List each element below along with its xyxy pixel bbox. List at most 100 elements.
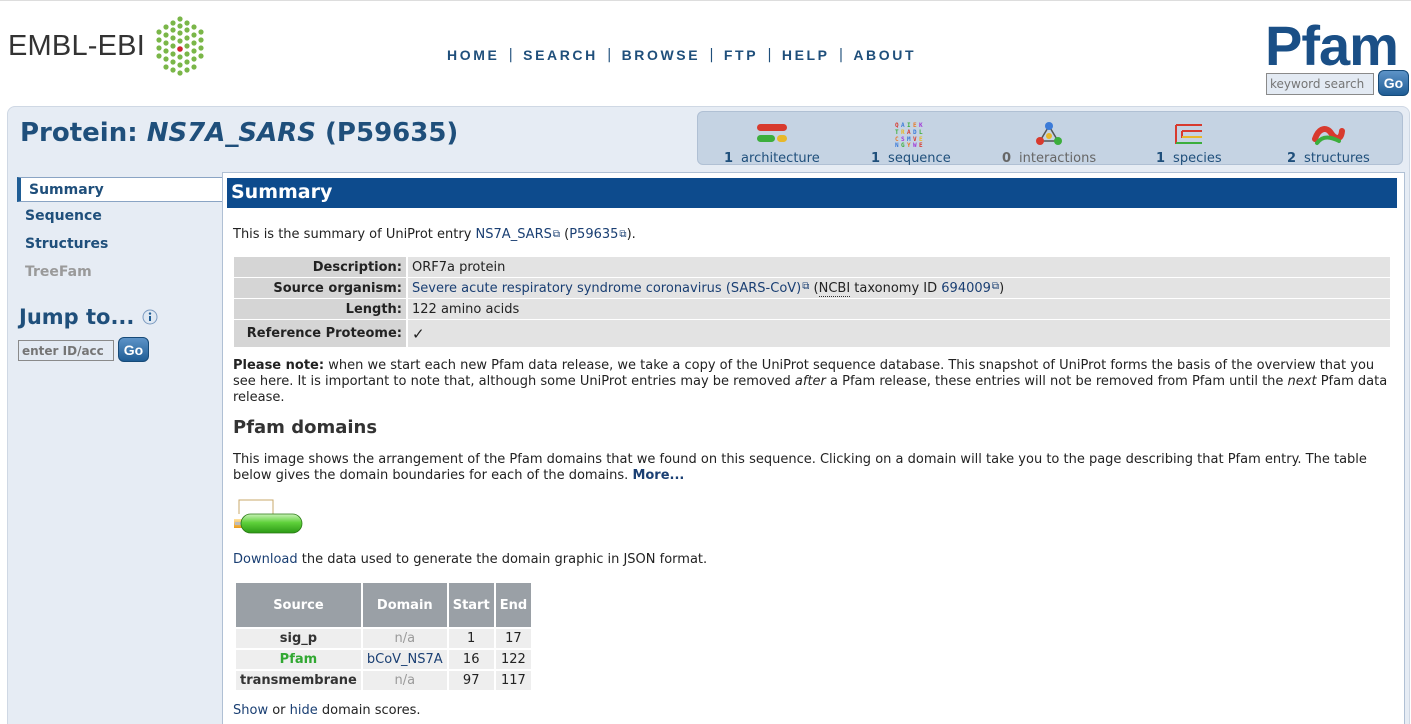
nav-ftp[interactable]: FTP: [724, 47, 758, 63]
column-header-end: End: [495, 583, 532, 627]
left-nav-treefam: TreeFam: [25, 264, 92, 280]
interactions-count: 0: [1002, 151, 1012, 166]
nav-home[interactable]: HOME: [447, 47, 499, 63]
domain-scores-line: Show or hide domain scores.: [233, 703, 1393, 719]
summary-icon-bar: 1 architecture QAIEK TRADL CSMVE NGYWE 1s…: [697, 111, 1403, 166]
note-text-2: a Pfam release, these entries will not b…: [825, 374, 1288, 389]
nav-help[interactable]: HELP: [782, 47, 830, 63]
protein-description-table: Description: ORF7a protein Source organi…: [234, 256, 1390, 348]
table-row: Description: ORF7a protein: [234, 257, 1390, 277]
interactions-label: interactions: [1019, 151, 1097, 166]
organism-ncbi-open: (: [809, 280, 819, 296]
svg-text:I: I: [907, 122, 911, 129]
table-row: Pfam bCoV_NS7A 16 122: [236, 650, 532, 669]
page-title-acc: (P59635): [315, 118, 459, 148]
scores-text: domain scores.: [317, 703, 421, 718]
please-note-label: Please note:: [233, 358, 325, 373]
external-link-icon: ⧉: [991, 280, 1000, 292]
description-label: Description:: [234, 257, 408, 277]
page-title-id: NS7A_SARS: [146, 118, 316, 148]
or-text: or: [268, 703, 290, 718]
taxid-link[interactable]: 694009⧉: [941, 281, 999, 296]
pfam-logo[interactable]: Pfam: [1265, 15, 1411, 71]
length-value: 122 amino acids: [408, 299, 1390, 319]
jump-to-heading: Jump to...: [19, 305, 158, 329]
note-after: after: [794, 374, 826, 389]
row-start: 97: [448, 671, 494, 690]
structures-icon: [1312, 126, 1346, 145]
table-row: Length: 122 amino acids: [234, 299, 1390, 319]
download-link[interactable]: Download: [233, 552, 298, 567]
svg-text:K: K: [919, 122, 923, 129]
architecture-icon: [756, 124, 787, 142]
reference-proteome-check-icon: ✓: [408, 320, 1390, 347]
sequence-icon: QAIEK TRADL CSMVE NGYWE: [895, 122, 923, 147]
pfam-logo-text: Pfam: [1265, 15, 1398, 71]
organism-link[interactable]: Severe acute respiratory syndrome corona…: [412, 281, 809, 296]
info-icon[interactable]: [142, 309, 158, 325]
uniprot-acc-link[interactable]: P59635⧉: [569, 227, 626, 242]
intro-mid: (: [560, 227, 570, 242]
table-row: transmembrane n/a 97 117: [236, 671, 532, 690]
nav-separator: |: [709, 47, 714, 63]
left-nav: Summary Sequence Structures TreeFam: [17, 177, 223, 286]
uniprot-acc-link-text: P59635: [569, 227, 619, 242]
keyword-search-input[interactable]: [1266, 73, 1374, 95]
left-nav-sequence[interactable]: Sequence: [17, 202, 223, 230]
svg-text:E: E: [913, 122, 917, 129]
structures-label: structures: [1304, 151, 1370, 166]
external-link-icon: ⧉: [619, 229, 627, 240]
main-nav: HOME | SEARCH | BROWSE | FTP | HELP | AB…: [447, 47, 916, 63]
uniprot-entry-link-text: NS7A_SARS: [475, 227, 552, 242]
domain-link-bcov-ns7a[interactable]: bCoV_NS7A: [367, 652, 443, 667]
svg-text:Y: Y: [907, 142, 911, 147]
left-nav-summary[interactable]: Summary: [17, 177, 223, 202]
pfam-domains-description: This image shows the arrangement of the …: [233, 452, 1367, 483]
domain-graphic[interactable]: [233, 496, 305, 536]
svg-text:A: A: [907, 129, 911, 136]
left-nav-structures[interactable]: Structures: [17, 230, 223, 258]
keyword-search-go-button[interactable]: Go: [1378, 70, 1409, 96]
embl-ebi-dots-icon: [156, 16, 204, 76]
row-end: 17: [495, 629, 532, 648]
sequence-count: 1: [871, 151, 881, 166]
page-title: Protein: NS7A_SARS (P59635): [20, 118, 458, 148]
icon-bar-species[interactable]: 1 species: [1156, 112, 1222, 166]
note-next: next: [1287, 374, 1317, 389]
uniprot-entry-link[interactable]: NS7A_SARS⧉: [476, 227, 560, 242]
table-row: Source organism: Severe acute respirator…: [234, 278, 1390, 298]
nav-separator: |: [767, 47, 772, 63]
species-label: species: [1173, 151, 1222, 166]
row-source: sig_p: [236, 629, 361, 648]
hide-scores-link[interactable]: hide: [290, 703, 318, 718]
show-scores-link[interactable]: Show: [233, 703, 268, 718]
icon-bar-architecture[interactable]: 1 architecture: [724, 112, 820, 166]
svg-text:N: N: [895, 142, 899, 147]
embl-ebi-logo-text: EMBL-EBI: [8, 29, 145, 62]
embl-ebi-logo[interactable]: EMBL-EBI: [8, 15, 209, 77]
bcov-ns7a-domain[interactable]: [240, 513, 303, 534]
icon-bar-structures[interactable]: 2 structures: [1287, 112, 1370, 166]
nav-about[interactable]: ABOUT: [853, 47, 916, 63]
table-header-row: Source Domain Start End: [236, 583, 532, 627]
column-header-domain: Domain: [362, 583, 447, 627]
svg-text:L: L: [919, 129, 923, 136]
row-end: 117: [495, 671, 532, 690]
svg-text:E: E: [919, 142, 923, 147]
nav-search[interactable]: SEARCH: [523, 47, 598, 63]
icon-bar-sequence[interactable]: QAIEK TRADL CSMVE NGYWE 1 sequence: [871, 112, 951, 166]
interactions-icon: [1036, 122, 1063, 145]
row-source: transmembrane: [236, 671, 361, 690]
table-row: sig_p n/a 1 17: [236, 629, 532, 648]
svg-text:G: G: [901, 142, 905, 147]
svg-text:D: D: [913, 129, 917, 136]
please-note: Please note: when we start each new Pfam…: [233, 358, 1393, 406]
more-link[interactable]: More...: [632, 468, 684, 483]
jump-to-go-button[interactable]: Go: [118, 337, 149, 362]
structures-count: 2: [1287, 151, 1297, 166]
taxid-label: taxonomy ID: [850, 280, 942, 296]
svg-text:Q: Q: [895, 122, 899, 129]
jump-to-input[interactable]: [18, 340, 114, 361]
jump-to-label: Jump to...: [19, 305, 135, 329]
nav-browse[interactable]: BROWSE: [622, 47, 701, 63]
